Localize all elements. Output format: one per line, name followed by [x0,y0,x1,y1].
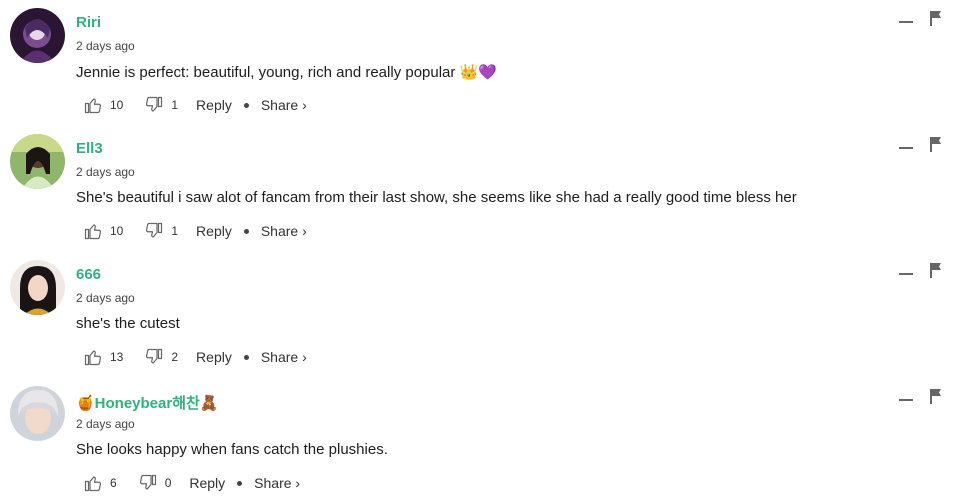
dislike-count: 0 [164,476,172,490]
reply-button[interactable]: Reply [196,223,232,239]
comment-item: Riri 2 days ago Jennie is perfect: beaut… [0,0,960,126]
avatar-image [10,8,65,63]
like-count: 10 [110,98,124,112]
avatar[interactable] [10,134,65,189]
timestamp[interactable]: 2 days ago [76,291,135,305]
dislike-count: 2 [171,350,179,364]
reply-button[interactable]: Reply [196,97,232,113]
comment-actions: 10 1 Reply Share › [84,95,307,115]
timestamp[interactable]: 2 days ago [76,417,135,431]
dislike-button[interactable]: 1 [145,96,178,114]
like-button[interactable]: 10 [84,222,123,240]
thumbs-up-icon [84,224,102,240]
comment-actions: 13 2 Reply Share › [84,347,307,367]
separator-dot [237,480,243,486]
thumbs-up-icon [84,350,102,366]
separator-dot [243,354,249,360]
avatar[interactable] [10,386,65,441]
comment-actions: 10 1 Reply Share › [84,221,307,241]
flag-icon[interactable] [930,10,942,26]
minimize-icon[interactable] [899,12,914,32]
like-button[interactable]: 6 [84,474,117,492]
dislike-button[interactable]: 0 [139,474,172,492]
share-button[interactable]: Share › [261,223,307,239]
avatar[interactable] [10,260,65,315]
thumbs-down-icon [139,474,156,490]
like-button[interactable]: 13 [84,348,123,366]
flag-icon[interactable] [930,136,942,152]
avatar[interactable] [10,8,65,63]
thumbs-up-icon [84,476,102,492]
username[interactable]: Ell3 [76,140,103,157]
reply-button[interactable]: Reply [189,475,225,491]
comment-text: Jennie is perfect: beautiful, young, ric… [76,64,497,81]
share-button[interactable]: Share › [261,349,307,365]
minimize-icon[interactable] [899,264,914,284]
avatar-image [10,134,65,189]
comment-item: Ell3 2 days ago She's beautiful i saw al… [0,126,960,252]
thumbs-up-icon [84,98,102,114]
flag-icon[interactable] [930,388,942,404]
comment-text: She looks happy when fans catch the plus… [76,441,388,458]
share-button[interactable]: Share › [254,475,300,491]
username[interactable]: 666 [76,266,101,283]
minimize-icon[interactable] [899,390,914,410]
comment-actions: 6 0 Reply Share › [84,473,300,493]
thumbs-down-icon [146,348,163,364]
share-button[interactable]: Share › [261,97,307,113]
timestamp[interactable]: 2 days ago [76,165,135,179]
avatar-image [10,386,65,441]
separator-dot [243,228,249,234]
reply-button[interactable]: Reply [196,349,232,365]
thumbs-down-icon [146,96,163,112]
comment-text: she's the cutest [76,315,180,332]
dislike-button[interactable]: 2 [145,348,178,366]
dislike-count: 1 [171,224,179,238]
avatar-image [10,260,65,315]
like-button[interactable]: 10 [84,96,123,114]
thumbs-down-icon [146,222,163,238]
comment-text: She's beautiful i saw alot of fancam fro… [76,189,797,206]
like-count: 13 [110,350,124,364]
username[interactable]: Riri [76,14,101,31]
flag-icon[interactable] [930,262,942,278]
like-count: 6 [110,476,117,490]
username[interactable]: 🍯Honeybear해찬🧸 [76,392,218,413]
separator-dot [243,102,249,108]
comment-item: 666 2 days ago she's the cutest 13 2 Rep… [0,252,960,378]
dislike-count: 1 [171,98,179,112]
minimize-icon[interactable] [899,138,914,158]
dislike-button[interactable]: 1 [145,222,178,240]
like-count: 10 [110,224,124,238]
timestamp[interactable]: 2 days ago [76,39,135,53]
comment-item: 🍯Honeybear해찬🧸 2 days ago She looks happy… [0,378,960,504]
